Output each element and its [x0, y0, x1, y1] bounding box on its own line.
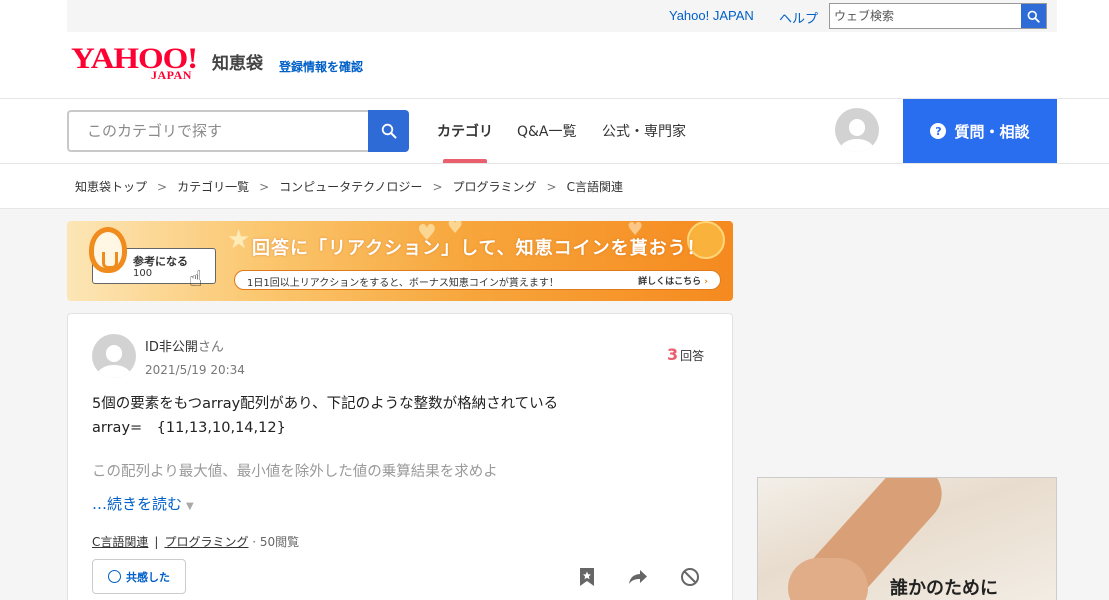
avatar-body [96, 364, 132, 378]
question-card: ID非公開さん 2021/5/19 20:34 3 回答 5個の要素をもつarra… [67, 313, 733, 600]
pointing-hand-icon: ☝ [189, 267, 203, 292]
reaction-card-label: 参考になる [133, 255, 188, 268]
bookmark-icon[interactable] [576, 566, 598, 588]
banner-subtitle-text: 1日1回以上リアクションをすると、ボーナス知恵コインが貰えます！ [247, 278, 559, 289]
ask-question-label: 質問・相談 [954, 122, 1030, 141]
web-search-button[interactable] [1021, 4, 1046, 28]
question-body-truncated: この配列より最大値、最小値を除外した値の乗算結果を求めよ [92, 464, 498, 480]
chevron-right-icon: > [546, 179, 557, 194]
triangle-down-icon: ▼ [186, 501, 194, 512]
help-link[interactable]: ヘルプ [779, 8, 818, 27]
logo-header: YAHOO! JAPAN 知恵袋 登録情報を確認 [0, 32, 1109, 99]
breadcrumb: 知恵袋トップ > カテゴリ一覧 > コンピュータテクノロジー > プログラミング… [75, 178, 623, 195]
web-search-box [829, 3, 1047, 29]
user-avatar[interactable] [835, 108, 879, 152]
smile-icon [108, 570, 121, 583]
questioner-avatar [92, 334, 136, 378]
star-decoration-icon: ★ [227, 225, 251, 255]
answer-count[interactable]: 3 回答 [667, 345, 704, 364]
utility-bar-inner: Yahoo! JAPAN ヘルプ [67, 0, 1057, 32]
utility-bar: Yahoo! JAPAN ヘルプ [0, 0, 1109, 32]
banner-title: 回答に「リアクション」して、知恵コインを貰おう！ [252, 238, 706, 259]
empathy-button[interactable]: 共感した [92, 559, 186, 594]
breadcrumb-item[interactable]: 知恵袋トップ [75, 178, 147, 195]
register-info-link[interactable]: 登録情報を確認 [279, 58, 363, 75]
category-search-box [67, 110, 368, 152]
ask-question-button[interactable]: ? 質問・相談 [903, 99, 1057, 163]
questioner-name: ID非公開さん [145, 340, 224, 355]
tag-link[interactable]: C言語関連 [92, 535, 148, 549]
empathy-label: 共感した [126, 570, 170, 584]
search-icon [1027, 10, 1040, 23]
read-more-link[interactable]: …続きを読む ▼ [92, 493, 194, 514]
question-tags: C言語関連 | プログラミング · 50閲覧 [92, 535, 300, 549]
breadcrumb-item[interactable]: コンピュータテクノロジー [279, 178, 422, 195]
tab-category[interactable]: カテゴリ [437, 121, 493, 141]
avatar-body [839, 138, 875, 152]
category-search-button[interactable] [368, 110, 409, 152]
reaction-campaign-banner[interactable]: ★ ♥ ♥ ♥ 参考になる 100 ☝ 回答に「リアクション」して、知恵コインを… [67, 221, 733, 301]
active-tab-indicator [443, 159, 487, 163]
search-icon [381, 123, 396, 139]
tag-link[interactable]: プログラミング [164, 535, 248, 549]
category-search-input[interactable] [69, 112, 368, 150]
chiebukuro-logo[interactable]: 知恵袋 [212, 49, 263, 74]
view-count: · 50閲覧 [252, 535, 300, 549]
yahoo-logo-japan: JAPAN [151, 68, 192, 82]
nav-bar: カテゴリ Q&A一覧 公式・専門家 ? 質問・相談 [0, 99, 1109, 164]
banner-subtitle: 1日1回以上リアクションをすると、ボーナス知恵コインが貰えます！ 詳しくはこちら… [234, 270, 721, 290]
tab-qa-list[interactable]: Q&A一覧 [517, 121, 577, 141]
reaction-card-count: 100 [133, 268, 153, 279]
ad-hand-shape [788, 558, 868, 600]
ad-headline: 誰かのために [890, 578, 998, 599]
chevron-right-icon: > [157, 179, 168, 194]
chevron-right-icon: > [259, 179, 270, 194]
chevron-right-icon: > [432, 179, 443, 194]
question-date: 2021/5/19 20:34 [145, 363, 245, 377]
breadcrumb-item[interactable]: カテゴリ一覧 [177, 178, 249, 195]
yahoo-japan-link[interactable]: Yahoo! JAPAN [669, 8, 754, 23]
breadcrumb-item[interactable]: C言語関連 [567, 178, 623, 195]
avatar-head [105, 345, 123, 363]
question-body-line: array= {11,13,10,14,12} [92, 420, 286, 436]
breadcrumb-item[interactable]: プログラミング [453, 178, 537, 195]
breadcrumb-bar: 知恵袋トップ > カテゴリ一覧 > コンピュータテクノロジー > プログラミング… [0, 164, 1109, 209]
share-icon[interactable] [627, 566, 649, 588]
banner-more-link[interactable]: 詳しくはこちら › [638, 274, 708, 287]
sidebar-ad[interactable]: 誰かのために [757, 477, 1057, 600]
web-search-input[interactable] [830, 4, 1022, 28]
tab-official-experts[interactable]: 公式・専門家 [602, 121, 686, 141]
question-mark-icon: ? [930, 123, 947, 139]
avatar-head [848, 119, 866, 137]
question-body-line: 5個の要素をもつarray配列があり、下記のような整数が格納されている [92, 396, 559, 412]
block-icon[interactable] [679, 566, 701, 588]
question-body: 5個の要素をもつarray配列があり、下記のような整数が格納されている arra… [92, 392, 558, 440]
lightbulb-icon [89, 227, 127, 273]
